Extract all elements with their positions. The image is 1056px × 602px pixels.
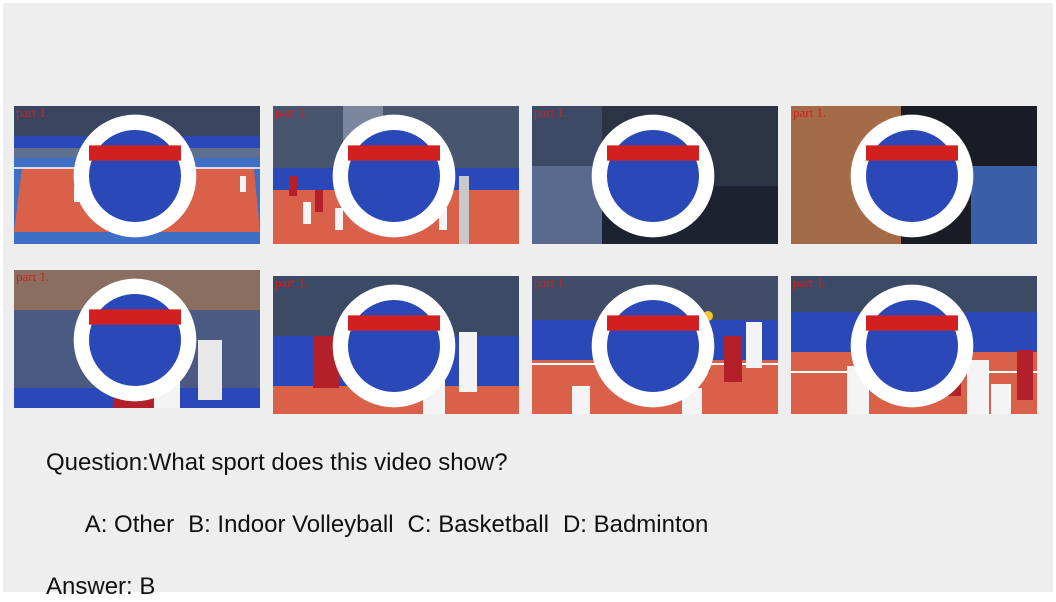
qa-text-block: Question:What sport does this video show… — [46, 447, 722, 602]
option-d: D: Badminton — [562, 511, 709, 538]
frame-1-image — [14, 106, 260, 244]
video-frame-6: part 1. — [273, 276, 519, 414]
frame-2-image — [273, 106, 519, 244]
frame-4-image — [791, 106, 1037, 244]
options-line: A: Other B: Indoor Volleyball C: Basketbal… — [46, 478, 722, 571]
video-frame-7: part 1. — [532, 276, 778, 414]
video-frame-1: part 1. — [14, 106, 260, 244]
frame-5-image — [14, 270, 260, 408]
option-c: C: Basketball — [407, 511, 549, 538]
video-frame-2: part 1. — [273, 106, 519, 244]
video-frame-8: part 1. — [791, 276, 1037, 414]
option-b: B: Indoor Volleyball — [188, 511, 394, 538]
option-a: A: Other — [84, 511, 175, 538]
question-text: Question:What sport does this video show… — [46, 449, 508, 476]
answer-text: Answer: B — [46, 573, 156, 600]
slide-canvas: part 1. part 1. part 1. part 1. part 1. … — [3, 3, 1053, 600]
frame-6-image — [273, 276, 519, 414]
video-frame-5: part 1. — [14, 270, 260, 408]
frame-8-image — [791, 276, 1037, 414]
video-frame-4: part 1. — [791, 106, 1037, 244]
frame-7-image — [532, 276, 778, 414]
frame-3-image — [532, 106, 778, 244]
video-frame-3: part 1. — [532, 106, 778, 244]
